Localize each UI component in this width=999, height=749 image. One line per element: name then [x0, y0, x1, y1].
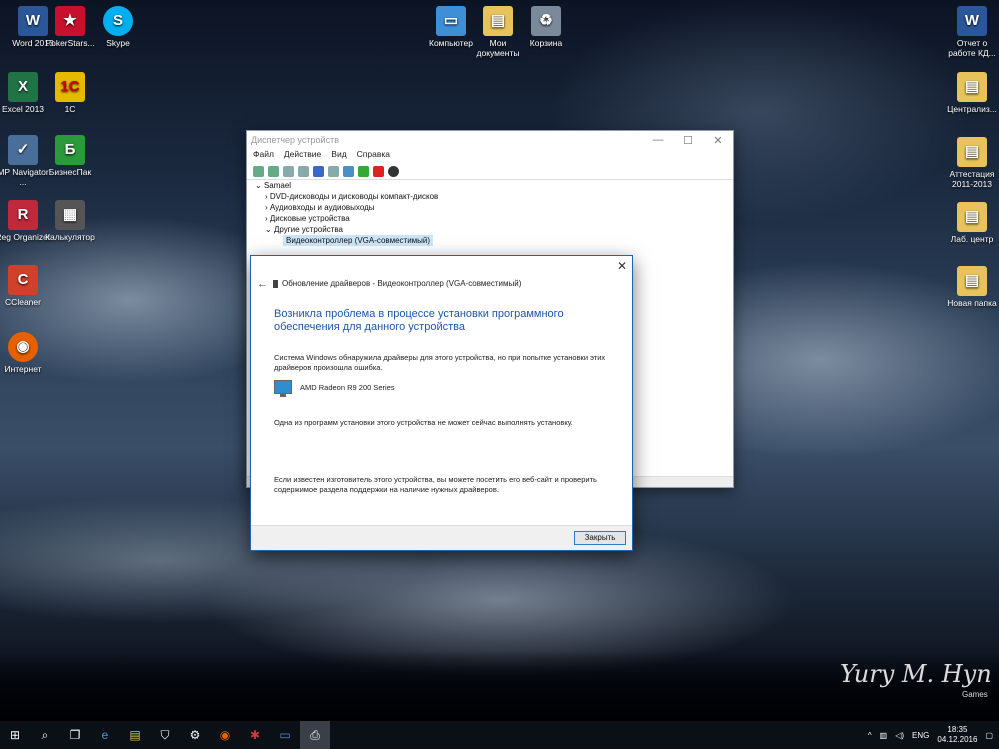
remote-desktop-icon[interactable]: ▭ — [270, 721, 300, 749]
dialog-close-icon[interactable]: ✕ — [617, 259, 627, 273]
pokerstars-icon: ★ — [55, 6, 85, 36]
file-explorer-icon[interactable]: ▤ — [120, 721, 150, 749]
system-tray: ^ ▥ ◁) ENG 18:35 04.12.2016 ▢ — [868, 725, 999, 745]
folder-icon: ▤ — [957, 202, 987, 232]
calculator-icon: ▦ — [55, 200, 85, 230]
task-view-icon[interactable]: ❐ — [60, 721, 90, 749]
menu-bar: Файл Действие Вид Справка — [247, 149, 733, 163]
edge-icon[interactable]: e — [90, 721, 120, 749]
close-button[interactable]: ✕ — [703, 134, 733, 147]
search-icon[interactable]: ⌕ — [30, 721, 60, 749]
signature-sub: Games — [962, 690, 988, 699]
display-adapter-icon — [274, 380, 292, 397]
menu-view[interactable]: Вид — [331, 149, 346, 163]
help-icon[interactable] — [313, 165, 324, 177]
desktop-icon-new-folder[interactable]: ▤ Новая папка — [942, 266, 999, 308]
start-windows-icon[interactable]: ⊞ — [0, 721, 30, 749]
menu-help[interactable]: Справка — [357, 149, 390, 163]
desktop-icon-attestation-folder[interactable]: ▤ Аттестация 2011-2013 — [942, 137, 999, 189]
uninstall-icon[interactable] — [373, 165, 384, 177]
tree-item-video-controller[interactable]: Видеоконтроллер (VGA-совместимый) — [255, 235, 733, 246]
store-icon[interactable]: ⛉ — [150, 721, 180, 749]
documents-folder-icon: ▤ — [483, 6, 513, 36]
forward-arrow-icon[interactable] — [268, 165, 279, 177]
scan-hardware-icon[interactable] — [343, 165, 354, 177]
language-indicator[interactable]: ENG — [912, 731, 929, 740]
folder-icon: ▤ — [957, 137, 987, 167]
clock[interactable]: 18:35 04.12.2016 — [937, 725, 977, 745]
desktop-icon-recycle-bin[interactable]: ♻ Корзина — [516, 6, 576, 48]
manufacturer-advice-text: Если известен изготовитель этого устройс… — [274, 475, 597, 494]
view-icon[interactable] — [328, 165, 339, 177]
tree-item-other[interactable]: ⌄ Другие устройства — [255, 224, 733, 235]
tree-item-audio[interactable]: › Аудиовходы и аудиовыходы — [255, 202, 733, 213]
tree-item-dvd[interactable]: › DVD-дисководы и дисководы компакт-диск… — [255, 191, 733, 202]
menu-file[interactable]: Файл — [253, 149, 274, 163]
device-manager-taskbar-icon[interactable]: ⎙ — [300, 721, 330, 749]
maximize-button[interactable]: ☐ — [673, 134, 703, 147]
disable-icon[interactable] — [388, 165, 399, 177]
biznespak-icon: Б — [55, 135, 85, 165]
desktop-icon-centraliz-folder[interactable]: ▤ Централиз... — [942, 72, 999, 114]
back-arrow-icon[interactable]: ← — [257, 278, 268, 290]
skype-icon: S — [103, 6, 133, 36]
tree-root[interactable]: ⌄ Samael — [255, 180, 733, 191]
update-icon[interactable] — [298, 165, 309, 177]
desktop-icon-internet[interactable]: ◉ Интернет — [0, 332, 53, 374]
network-icon[interactable]: ▥ — [880, 731, 888, 740]
desktop-icon-lab-folder[interactable]: ▤ Лаб. центр — [942, 202, 999, 244]
chevron-up-icon[interactable]: ^ — [868, 731, 872, 740]
firefox-icon: ◉ — [8, 332, 38, 362]
steam-icon[interactable]: ⚙ — [180, 721, 210, 749]
error-description: Система Windows обнаружила драйверы для … — [274, 353, 606, 372]
close-dialog-button[interactable]: Закрыть — [574, 531, 626, 545]
1c-icon: 1С — [55, 72, 85, 102]
notifications-icon[interactable]: ▢ — [985, 731, 993, 740]
device-name: AMD Radeon R9 200 Series — [300, 382, 395, 392]
volume-icon[interactable]: ◁) — [895, 731, 904, 740]
main-instruction: Возникла проблема в процессе установки п… — [274, 308, 564, 333]
desktop-icon-report-doc[interactable]: W Отчет о работе КД... — [942, 6, 999, 58]
watermark-signature: Yury M. Hyn Games — [840, 660, 992, 699]
desktop-icon-biznespak[interactable]: Б БизнесПак — [40, 135, 100, 177]
word-doc-icon: W — [957, 6, 987, 36]
back-arrow-icon[interactable] — [253, 165, 264, 177]
device-row: AMD Radeon R9 200 Series — [274, 380, 395, 397]
update-driver-icon[interactable] — [358, 165, 369, 177]
desktop-icon-calculator[interactable]: ▦ Калькулятор — [40, 200, 100, 242]
tree-item-disks[interactable]: › Дисковые устройства — [255, 213, 733, 224]
taskbar: ⊞ ⌕ ❐ e ▤ ⛉ ⚙ ◉ ✱ ▭ ⎙ ^ ▥ ◁) ENG 18:35 0… — [0, 721, 999, 749]
firefox-icon[interactable]: ◉ — [210, 721, 240, 749]
desktop-icon-1c[interactable]: 1С 1С — [40, 72, 100, 114]
device-icon — [273, 279, 278, 288]
clock-date: 04.12.2016 — [937, 735, 978, 744]
dialog-footer: Закрыть — [251, 525, 632, 550]
folder-icon: ▤ — [957, 72, 987, 102]
dialog-header: Обновление драйверов - Видеоконтроллер (… — [273, 279, 521, 288]
reg-organizer-icon: R — [8, 200, 38, 230]
driver-update-dialog: ✕ ← Обновление драйверов - Видеоконтролл… — [250, 255, 633, 551]
toolbar — [247, 163, 733, 180]
computer-icon: ▭ — [436, 6, 466, 36]
menu-action[interactable]: Действие — [284, 149, 321, 163]
excel-icon: X — [8, 72, 38, 102]
ccleaner-icon: C — [8, 265, 38, 295]
window-title: Диспетчер устройств — [251, 135, 339, 145]
desktop-icon-ccleaner[interactable]: C CCleaner — [0, 265, 53, 307]
minimize-button[interactable]: — — [643, 134, 673, 147]
device-tree: ⌄ Samael › DVD-дисководы и дисководы ком… — [247, 180, 733, 246]
recycle-bin-icon: ♻ — [531, 6, 561, 36]
desktop-icon-skype[interactable]: S Skype — [88, 6, 148, 48]
clock-time: 18:35 — [947, 725, 968, 734]
installer-busy-text: Одна из программ установки этого устройс… — [274, 418, 573, 427]
app-icon[interactable]: ✱ — [240, 721, 270, 749]
properties-icon[interactable] — [283, 165, 294, 177]
mp-navigator-icon: ✓ — [8, 135, 38, 165]
title-bar[interactable]: Диспетчер устройств — ☐ ✕ — [247, 131, 733, 149]
folder-icon: ▤ — [957, 266, 987, 296]
